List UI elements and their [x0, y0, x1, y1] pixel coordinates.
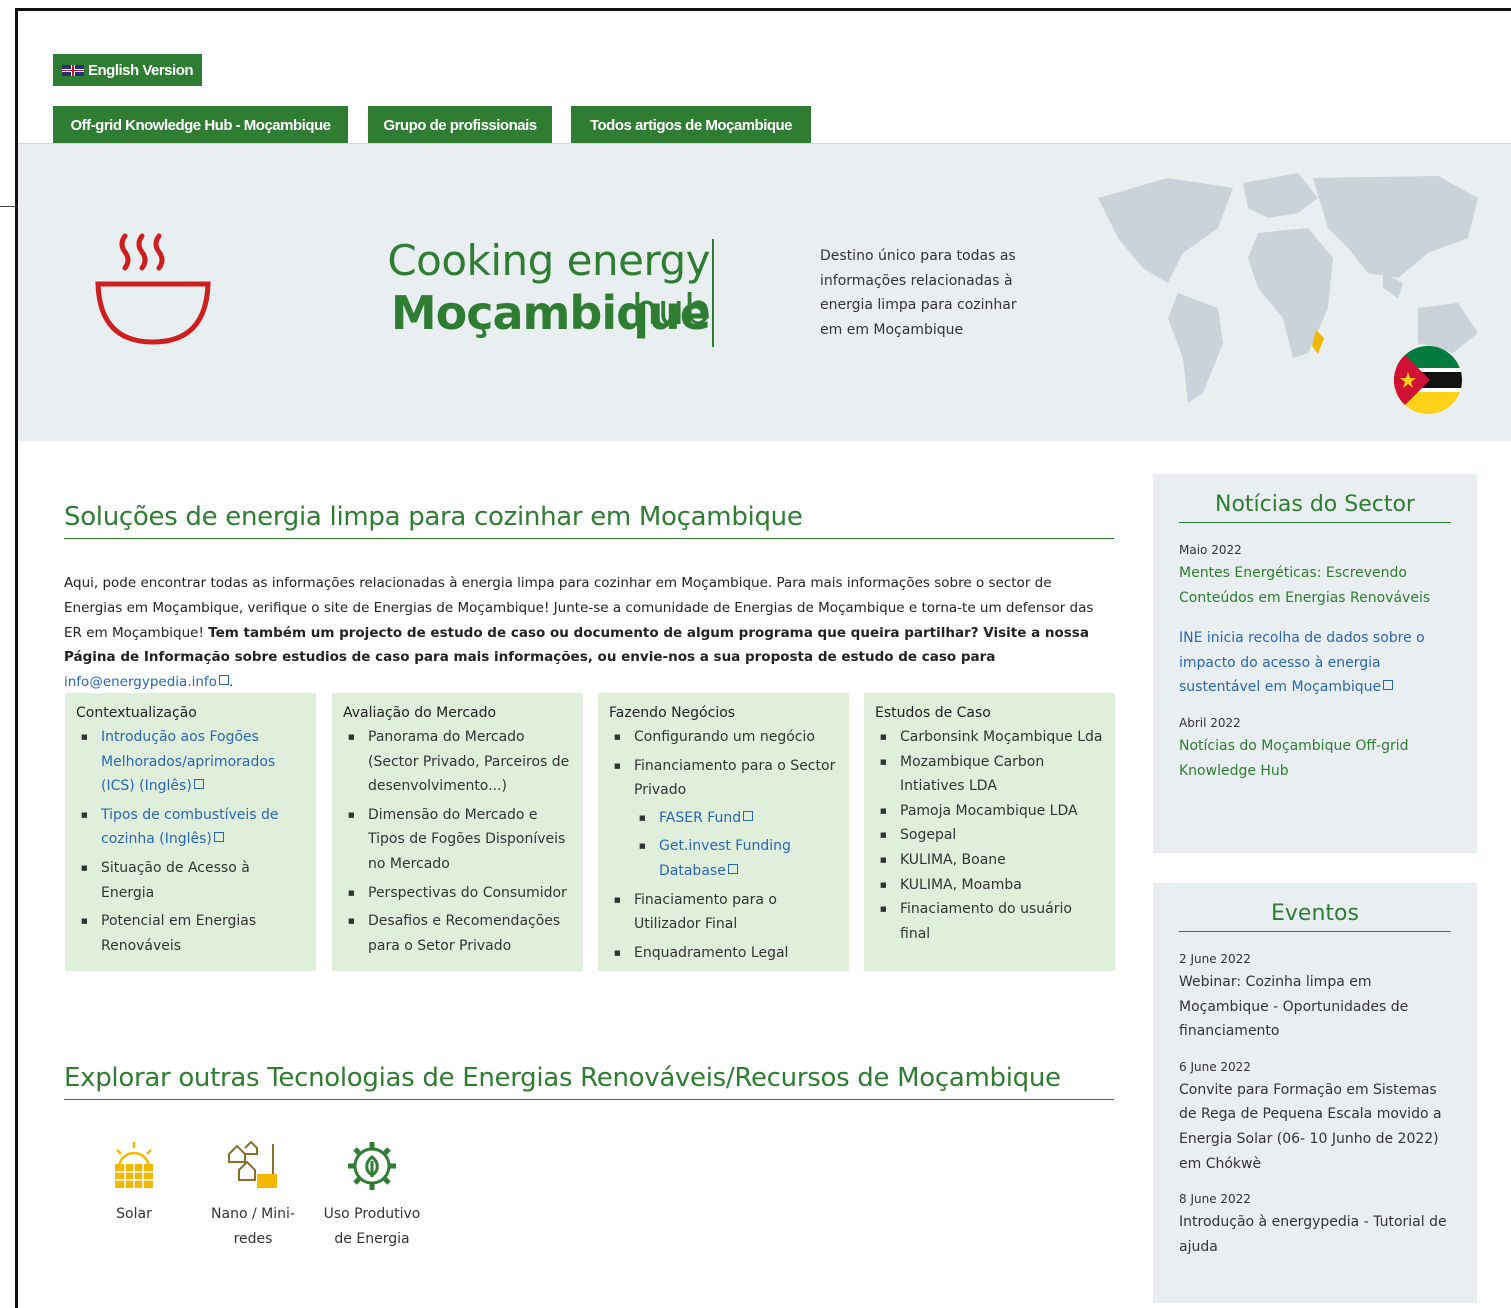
news-item[interactable]: Mentes Energéticas: Escrevendo Conteúdos… [1179, 561, 1451, 610]
nav-todos-artigos[interactable]: Todos artigos de Moçambique [571, 106, 811, 144]
event-date: 6 June 2022 [1179, 1059, 1251, 1074]
intro-text-bold: Tem também um projecto de estudo de caso… [64, 624, 1089, 666]
hero-title-line2: Moçambique [390, 286, 711, 340]
news-item[interactable]: Notícias do Moçambique Off-grid Knowledg… [1179, 734, 1451, 783]
list-item[interactable]: Sogepal [880, 823, 1105, 848]
box-title: Contextualização [76, 705, 197, 721]
news-item-external[interactable]: INE inicia recolha de dados sobre o impa… [1179, 626, 1451, 700]
event-date: 8 June 2022 [1179, 1192, 1251, 1207]
mozambique-flag-icon [1394, 346, 1462, 414]
list-item[interactable]: KULIMA, Moamba [880, 873, 1105, 898]
event-item[interactable]: Webinar: Cozinha limpa em Moçambique - O… [1179, 970, 1451, 1044]
box-title: Estudos de Caso [875, 705, 991, 721]
hero-description: Destino único para todas as informações … [820, 248, 1017, 338]
uk-flag-icon [61, 64, 84, 76]
tile-nano-mini-redes[interactable]: Nano / Mini-redes [203, 1136, 303, 1251]
events-title: Eventos [1179, 901, 1451, 932]
world-map-image [1098, 173, 1478, 414]
list-item[interactable]: Potencial em Energias Renováveis [81, 909, 306, 958]
news-panel: Notícias do Sector Maio 2022 Mentes Ener… [1153, 474, 1477, 853]
list-item[interactable]: Mozambique Carbon Intiatives LDA [880, 750, 1105, 799]
tile-label: Solar [116, 1206, 152, 1222]
events-panel: Eventos 2 June 2022 Webinar: Cozinha lim… [1153, 883, 1477, 1303]
list-item-link[interactable]: Introdução aos Fogões Melhorados/aprimor… [81, 725, 306, 799]
hero-banner: Cooking energy hub Moçambique Destino ún… [18, 143, 1511, 441]
list-item[interactable]: Carbonsink Moçambique Lda [880, 725, 1105, 750]
nav-profissionais[interactable]: Grupo de profissionais [368, 106, 552, 144]
event-date: 2 June 2022 [1179, 952, 1251, 966]
list-item[interactable]: Pamoja Mocambique LDA [880, 799, 1105, 824]
list-item[interactable]: Desafios e Recomendações para o Setor Pr… [348, 909, 573, 958]
box-fazendo-negocios: Fazendo Negócios Configurando um negócio… [598, 693, 849, 971]
event-item[interactable]: Introdução à energypedia - Tutorial de a… [1179, 1210, 1451, 1259]
external-link-icon [193, 779, 204, 790]
box-contextualizacao: Contextualização Introdução aos Fogões M… [65, 693, 316, 971]
english-version-label: English Version [87, 61, 194, 79]
solar-panel-icon [115, 1142, 153, 1188]
nav-offgrid-hub[interactable]: Off-grid Knowledge Hub - Moçambique [53, 106, 348, 144]
external-link-icon [213, 832, 224, 843]
external-link-icon [727, 863, 738, 874]
list-item[interactable]: Perspectivas do Consumidor [348, 881, 573, 906]
external-link-icon [1383, 680, 1394, 691]
list-item[interactable]: Configurando um negócio [614, 725, 839, 750]
english-version-button[interactable]: English Version [53, 54, 202, 86]
news-date: Maio 2022 [1179, 543, 1242, 557]
tile-solar[interactable]: Solar [84, 1136, 184, 1227]
gear-leaf-icon [348, 1142, 396, 1190]
news-title: Notícias do Sector [1179, 492, 1451, 523]
box-title: Avaliação do Mercado [343, 705, 497, 721]
external-link-icon [743, 810, 754, 821]
tile-uso-produtivo[interactable]: Uso Produtivo de Energia [322, 1136, 422, 1251]
list-item[interactable]: Finaciamento para o Utilizador Final [614, 888, 839, 937]
divider [0, 206, 17, 207]
list-item[interactable]: Finaciamento do usuário final [880, 897, 1105, 946]
intro-end: . [228, 674, 234, 691]
external-link-icon [218, 675, 229, 686]
hero-divider [712, 239, 714, 347]
list-item-link[interactable]: FASER Fund [639, 806, 839, 831]
box-avaliacao-mercado: Avaliação do Mercado Panorama do Mercado… [332, 693, 583, 971]
intro-paragraph: Aqui, pode encontrar todas as informaçõe… [64, 571, 1114, 695]
event-item[interactable]: Convite para Formação em Sistemas de Reg… [1179, 1078, 1451, 1176]
list-item-link[interactable]: Tipos de combustíveis de cozinha (Inglês… [81, 803, 306, 852]
tile-label: Nano / Mini-redes [211, 1206, 295, 1247]
box-title: Fazendo Negócios [609, 705, 736, 721]
list-item[interactable]: Enquadramento Legal [614, 941, 839, 966]
section-title-solucoes: Soluções de energia limpa para cozinhar … [64, 502, 1114, 539]
list-item[interactable]: Situação de Acesso à Energia [81, 856, 306, 905]
list-item[interactable]: Panorama do Mercado (Sector Privado, Par… [348, 725, 573, 799]
news-date: Abril 2022 [1179, 715, 1241, 730]
minigrid-icon [228, 1140, 277, 1188]
tile-label: Uso Produtivo de Energia [323, 1206, 421, 1247]
box-estudos-caso: Estudos de Caso Carbonsink Moçambique Ld… [864, 693, 1115, 971]
section-title-explorar: Explorar outras Tecnologias de Energias … [64, 1063, 1114, 1100]
list-item[interactable]: Financiamento para o Sector Privado FASE… [614, 754, 839, 884]
list-item-link[interactable]: Get.invest Funding Database [639, 834, 839, 883]
list-item[interactable]: KULIMA, Boane [880, 848, 1105, 873]
cooking-bowl-icon [95, 233, 211, 345]
email-link[interactable]: info@energypedia.info [64, 674, 217, 690]
list-item[interactable]: Dimensão do Mercado e Tipos de Fogões Di… [348, 803, 573, 877]
